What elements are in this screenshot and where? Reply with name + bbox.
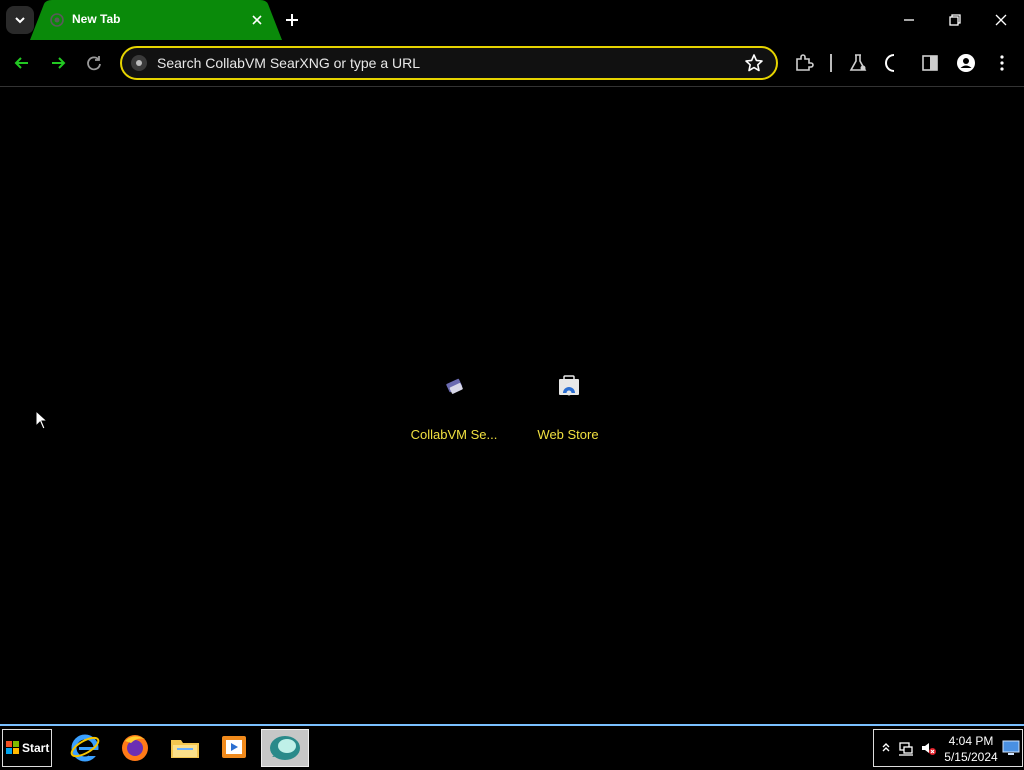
collabvm-icon: [446, 378, 463, 394]
side-panel-icon[interactable]: [919, 52, 941, 74]
globe-icon: [50, 13, 64, 27]
clock-time: 4:04 PM: [948, 734, 994, 748]
menu-kebab-icon[interactable]: [991, 52, 1013, 74]
show-desktop-icon[interactable]: [1002, 738, 1020, 756]
mouse-cursor-icon: [35, 410, 49, 430]
folder-icon: [171, 740, 199, 758]
new-tab-button[interactable]: [282, 10, 302, 30]
search-engine-icon: [131, 55, 147, 71]
bookmark-star-icon[interactable]: [744, 53, 764, 73]
browser-toolbar: Search CollabVM SearXNG or type a URL: [0, 40, 1024, 87]
minimize-icon[interactable]: [899, 10, 919, 30]
forward-arrow-icon[interactable]: [47, 52, 69, 74]
network-icon[interactable]: [898, 740, 914, 756]
back-arrow-icon[interactable]: [11, 52, 33, 74]
toolbar-separator: [830, 54, 832, 72]
close-icon[interactable]: [249, 12, 265, 28]
taskbar-file-explorer[interactable]: [162, 729, 208, 765]
omnibox-placeholder[interactable]: Search CollabVM SearXNG or type a URL: [157, 55, 420, 71]
shortcut-collabvm-searxng[interactable]: CollabVM Se...: [404, 375, 504, 455]
browser-app-icon: [270, 736, 300, 760]
taskbar-firefox[interactable]: [112, 729, 158, 765]
media-player-icon: [222, 736, 246, 758]
tab-new-tab[interactable]: New Tab: [30, 0, 282, 40]
shortcut-label: CollabVM Se...: [410, 427, 498, 442]
taskbar-internet-explorer[interactable]: [62, 729, 108, 765]
tab-strip: New Tab: [0, 0, 1024, 40]
tab-background: [30, 0, 282, 40]
tab-title: New Tab: [72, 12, 121, 26]
start-button[interactable]: Start: [2, 729, 52, 767]
profile-avatar-icon[interactable]: [955, 52, 977, 74]
shortcut-label: Web Store: [537, 427, 599, 442]
shortcut-web-store[interactable]: Web Store: [518, 375, 618, 455]
restore-icon[interactable]: [945, 10, 965, 30]
taskbar: Start 4:04 PM 5/15/2024: [0, 724, 1024, 770]
web-store-icon: [559, 375, 579, 396]
internet-explorer-icon: [70, 734, 100, 762]
loading-spinner-icon: [885, 54, 895, 72]
firefox-icon: [122, 735, 148, 761]
chevron-down-icon: [15, 17, 25, 24]
omnibox[interactable]: Search CollabVM SearXNG or type a URL: [120, 46, 778, 80]
volume-muted-icon[interactable]: [920, 740, 936, 756]
clock[interactable]: 4:04 PM 5/15/2024: [942, 733, 1000, 765]
start-label: Start: [22, 741, 50, 755]
clock-date: 5/15/2024: [944, 750, 998, 764]
show-hidden-icons-chevron-icon[interactable]: [878, 740, 894, 756]
taskbar-active-browser[interactable]: [261, 729, 309, 767]
windows-logo-icon: [6, 741, 19, 754]
window-close-icon[interactable]: [991, 10, 1011, 30]
labs-flask-icon[interactable]: [847, 52, 869, 74]
new-tab-page: CollabVM Se... Web Store: [0, 87, 1024, 724]
taskbar-media-player[interactable]: [211, 729, 257, 765]
reload-icon[interactable]: [83, 52, 105, 74]
system-tray: 4:04 PM 5/15/2024: [873, 729, 1023, 767]
extensions-puzzle-icon[interactable]: [793, 52, 815, 74]
